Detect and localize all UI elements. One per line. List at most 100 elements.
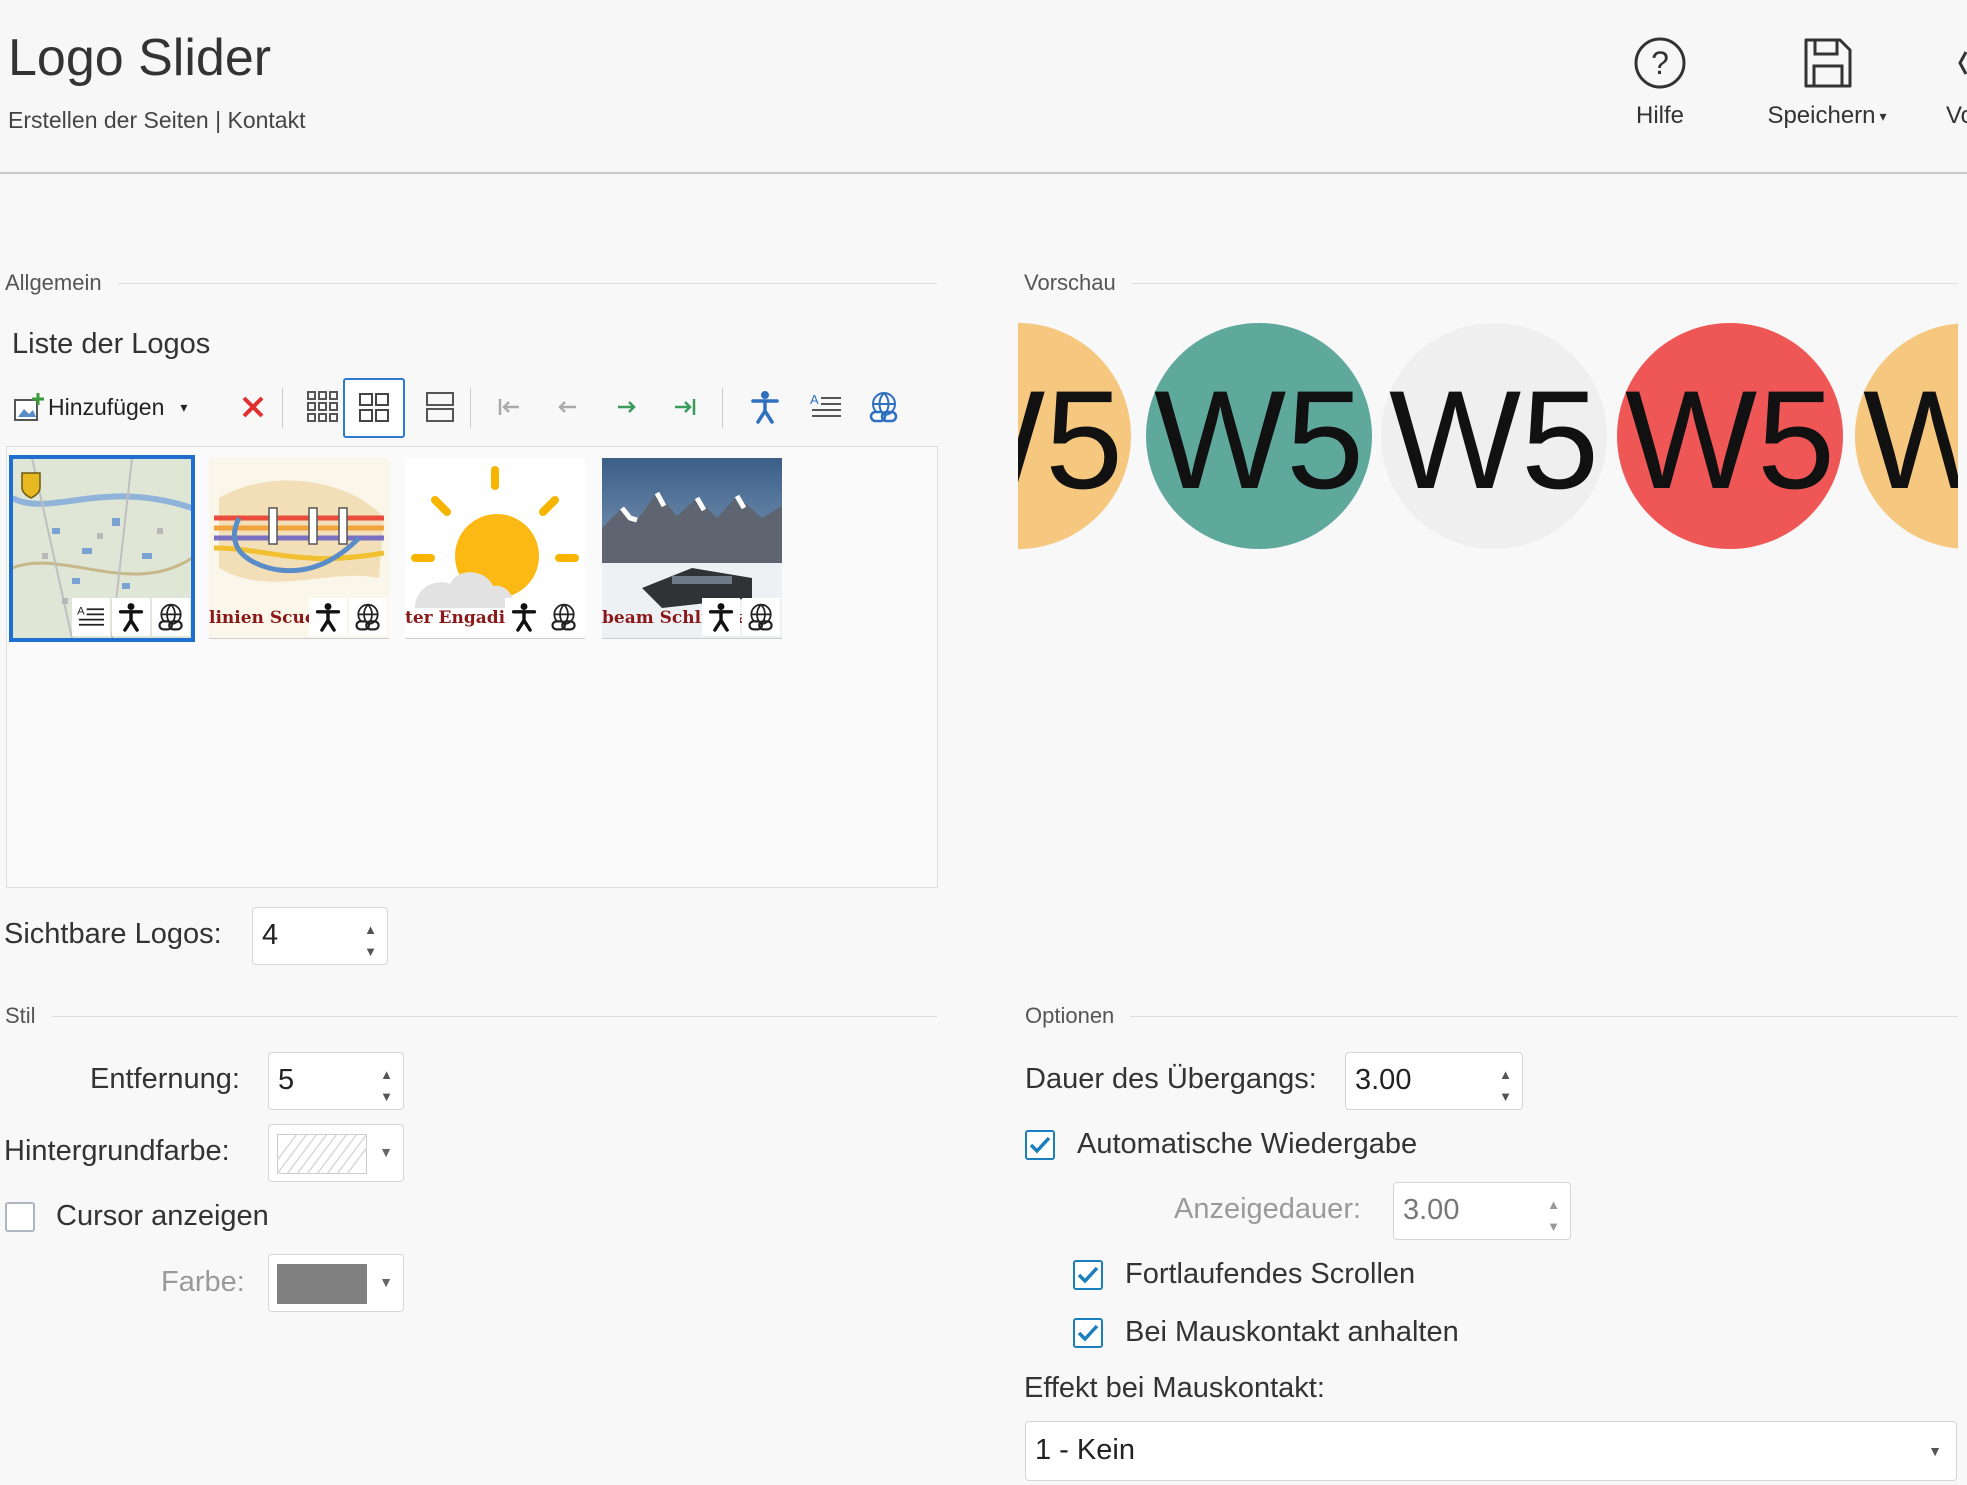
divider bbox=[722, 388, 723, 428]
logo-thumbnail[interactable]: A bbox=[9, 455, 195, 642]
logo-list-title: Liste der Logos bbox=[12, 328, 211, 360]
logo-thumbnail[interactable]: beam Schlivera bbox=[602, 458, 782, 639]
transition-duration-value: 3.00 bbox=[1355, 1064, 1412, 1096]
background-color-picker[interactable]: ▼ bbox=[268, 1124, 404, 1182]
preview-logo-text: W5 bbox=[1625, 361, 1835, 518]
cursor-color-picker[interactable]: ▼ bbox=[268, 1254, 404, 1312]
add-logo-button[interactable]: Hinzufügen ▾ bbox=[12, 382, 212, 432]
accessibility-button[interactable] bbox=[737, 382, 793, 432]
accessibility-icon bbox=[505, 598, 543, 636]
move-first-icon bbox=[498, 399, 519, 415]
stepper-arrows-icon[interactable]: ▲ ▼ bbox=[1499, 1064, 1512, 1108]
stepper-arrows-icon[interactable]: ▲ ▼ bbox=[1547, 1194, 1560, 1238]
save-label: Speichern bbox=[1767, 102, 1876, 129]
stepper-arrows-icon[interactable]: ▲ ▼ bbox=[364, 919, 377, 963]
move-last-button[interactable] bbox=[655, 382, 715, 432]
divider bbox=[282, 388, 283, 428]
svg-text:?: ? bbox=[1651, 45, 1669, 81]
link-icon bbox=[742, 598, 780, 636]
text-icon: A bbox=[72, 598, 110, 636]
move-left-button[interactable] bbox=[538, 382, 598, 432]
autoplay-checkbox[interactable] bbox=[1025, 1130, 1055, 1160]
link-button[interactable] bbox=[856, 382, 912, 432]
chevron-down-icon: ▼ bbox=[379, 1274, 393, 1290]
section-preview: Vorschau bbox=[1024, 270, 1958, 296]
logo-caption: linien Scuol bbox=[209, 608, 323, 628]
display-duration-label: Anzeigedauer: bbox=[1174, 1193, 1362, 1225]
move-last-icon bbox=[675, 399, 696, 415]
thumbnail-badges bbox=[505, 598, 583, 636]
continuous-scroll-label: Fortlaufendes Scrollen bbox=[1125, 1258, 1416, 1290]
preview-logo: W5 bbox=[1855, 323, 1958, 549]
preview-logo-text: W5 bbox=[1154, 361, 1364, 518]
logo-list-toolbar: Hinzufügen ▾ A bbox=[10, 378, 930, 438]
text-icon: A bbox=[810, 392, 841, 417]
chevron-down-icon: ▾ bbox=[180, 398, 188, 415]
background-color-label: Hintergrundfarbe: bbox=[4, 1135, 230, 1167]
save-icon bbox=[1804, 38, 1852, 88]
grid-large-icon bbox=[359, 393, 389, 422]
transparent-swatch bbox=[277, 1134, 367, 1174]
move-right-button[interactable] bbox=[596, 382, 656, 432]
arrow-left-icon bbox=[558, 401, 576, 413]
preview-logo: W5 bbox=[1617, 323, 1843, 549]
distance-stepper[interactable]: 5 ▲ ▼ bbox=[268, 1052, 404, 1110]
alt-text-button[interactable]: A bbox=[798, 382, 854, 432]
preview-logo-text: W5 bbox=[1389, 361, 1599, 518]
pause-on-hover-checkbox[interactable] bbox=[1073, 1318, 1103, 1348]
delete-button[interactable] bbox=[228, 382, 278, 432]
help-icon: ? bbox=[1634, 37, 1686, 89]
header-bar: Logo Slider Erstellen der Seiten | Konta… bbox=[0, 0, 1967, 174]
logo-thumbnail[interactable]: linien Scuol bbox=[209, 458, 389, 639]
logo-list[interactable]: A linien Scuol ter Engadin beam Schliver… bbox=[6, 446, 938, 888]
divider bbox=[470, 388, 471, 428]
preview-logo: W5 bbox=[1381, 323, 1607, 549]
section-style-label: Stil bbox=[5, 1003, 36, 1028]
page-title: Logo Slider bbox=[8, 29, 272, 87]
view-large-icons-button[interactable] bbox=[343, 378, 405, 438]
section-preview-label: Vorschau bbox=[1024, 270, 1116, 295]
visible-logos-stepper[interactable]: 4 ▲ ▼ bbox=[252, 907, 388, 965]
logo-slider-preview: W5 W5 W5 W5 W5 bbox=[1018, 318, 1958, 554]
move-first-button[interactable] bbox=[479, 382, 539, 432]
logo-thumbnail[interactable]: ter Engadin bbox=[405, 458, 585, 639]
delete-icon bbox=[242, 396, 264, 418]
continuous-scroll-checkbox[interactable] bbox=[1073, 1260, 1103, 1290]
accessibility-icon bbox=[751, 391, 779, 424]
stepper-arrows-icon[interactable]: ▲ ▼ bbox=[380, 1064, 393, 1108]
show-cursor-checkbox[interactable] bbox=[5, 1202, 35, 1232]
svg-text:A: A bbox=[810, 392, 819, 407]
link-icon bbox=[869, 392, 898, 423]
view-list-button[interactable] bbox=[410, 382, 470, 432]
pause-on-hover-label: Bei Mauskontakt anhalten bbox=[1125, 1316, 1459, 1348]
chevron-down-icon: ▼ bbox=[1928, 1443, 1942, 1459]
help-button[interactable]: ? Hilfe bbox=[1630, 36, 1690, 130]
hover-effect-select[interactable]: 1 - Kein ▼ bbox=[1025, 1421, 1957, 1481]
preview-logo-text: W5 bbox=[1018, 361, 1123, 518]
accessibility-icon bbox=[702, 598, 740, 636]
thumbnail-badges bbox=[702, 598, 780, 636]
display-duration-stepper[interactable]: 3.00 ▲ ▼ bbox=[1393, 1182, 1571, 1240]
section-general: Allgemein bbox=[5, 270, 937, 296]
section-options-label: Optionen bbox=[1025, 1003, 1115, 1028]
transition-duration-label: Dauer des Übergangs: bbox=[1025, 1063, 1317, 1095]
chevron-down-icon: ▼ bbox=[379, 1144, 393, 1160]
transition-duration-stepper[interactable]: 3.00 ▲ ▼ bbox=[1345, 1052, 1523, 1110]
arrow-left-icon bbox=[1958, 51, 1967, 75]
divider bbox=[1131, 282, 1958, 284]
save-button[interactable]: Speichern ▾ bbox=[1762, 36, 1892, 130]
divider bbox=[1130, 1015, 1958, 1017]
preview-logo-text: W5 bbox=[1863, 361, 1958, 518]
accessibility-icon bbox=[112, 598, 150, 636]
distance-label: Entfernung: bbox=[90, 1063, 240, 1095]
thumbnail-badges: A bbox=[72, 598, 190, 636]
next-button[interactable]: Vo bbox=[1946, 36, 1967, 130]
cursor-color-label: Farbe: bbox=[161, 1266, 245, 1298]
section-style: Stil bbox=[5, 1003, 937, 1029]
accessibility-icon bbox=[309, 598, 347, 636]
chevron-down-icon: ▾ bbox=[1879, 108, 1887, 125]
section-general-label: Allgemein bbox=[5, 270, 102, 295]
next-label: Vo bbox=[1946, 102, 1967, 129]
visible-logos-label: Sichtbare Logos: bbox=[4, 918, 222, 950]
show-cursor-label: Cursor anzeigen bbox=[56, 1200, 269, 1232]
